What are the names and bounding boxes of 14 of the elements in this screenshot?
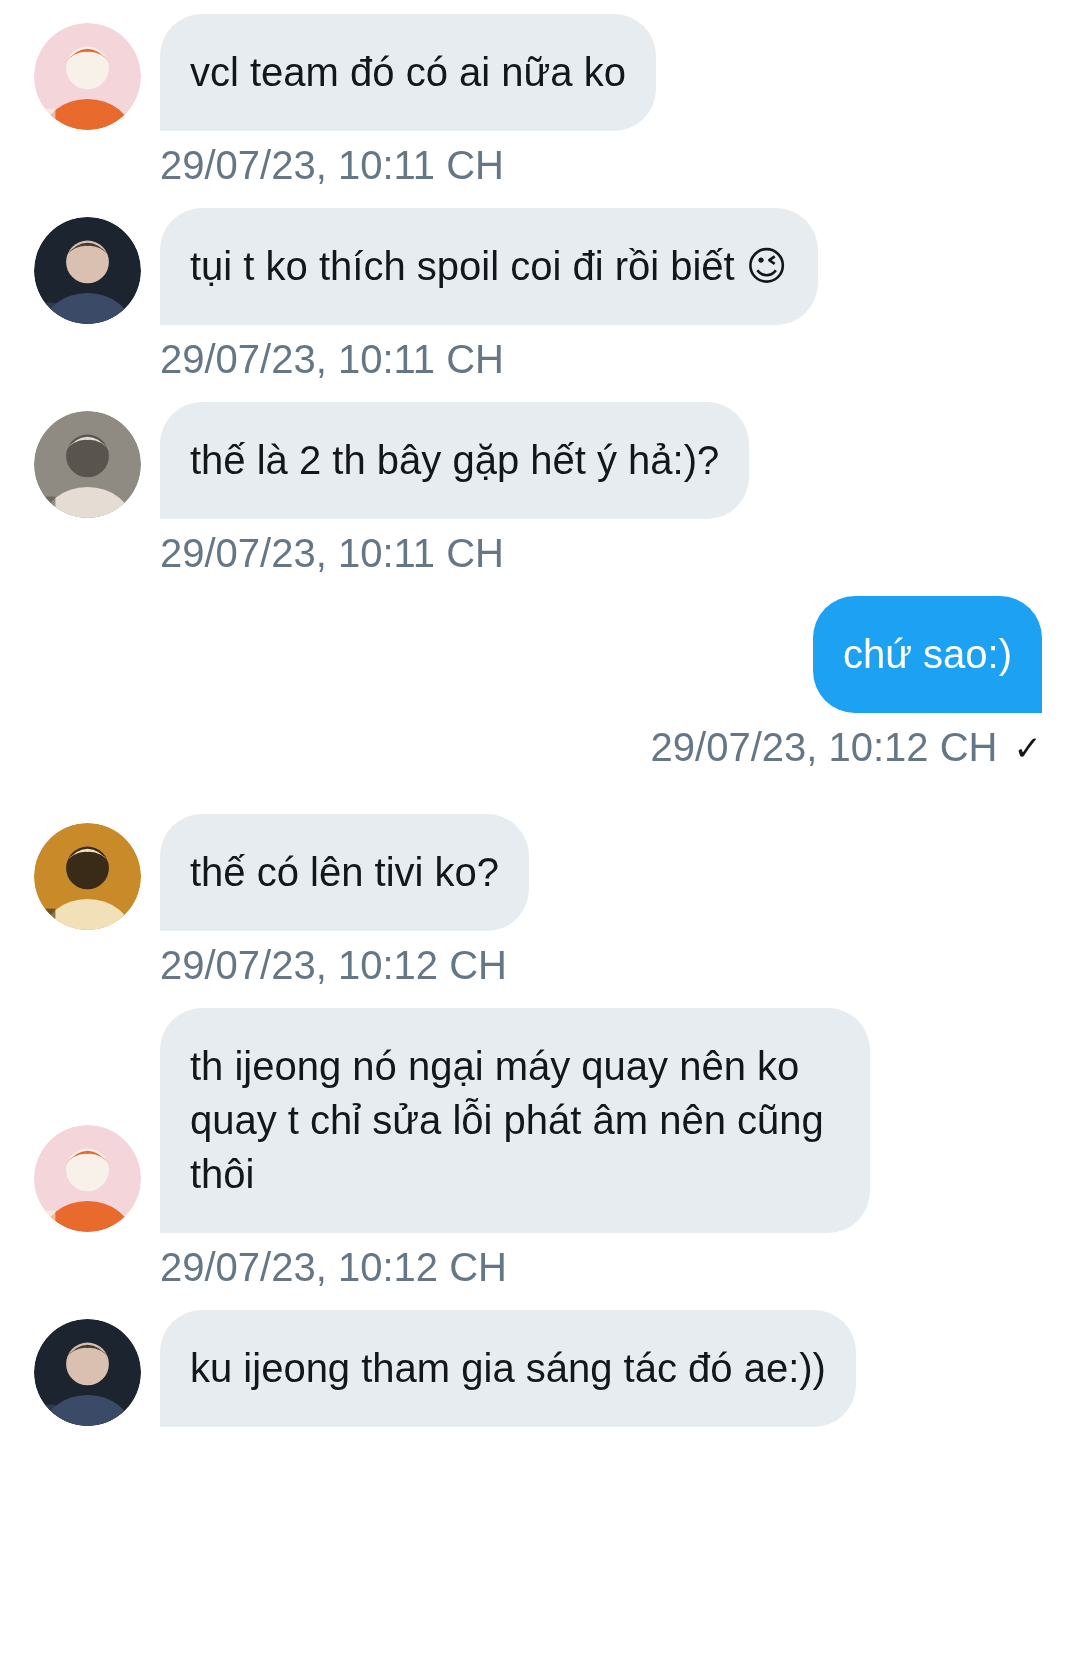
timestamp: 29/07/23, 10:11 CH bbox=[160, 143, 504, 188]
message-bubble: ku ijeong tham gia sáng tác đó ae:)) bbox=[160, 1310, 856, 1427]
message-bubble: chứ sao:) bbox=[812, 596, 1042, 713]
message-bubble: tụi t ko thích spoil coi đi rồi biết 😉 bbox=[160, 208, 818, 325]
message-bubble: thế có lên tivi ko? bbox=[160, 814, 530, 931]
timestamp: 29/07/23, 10:12 CH bbox=[650, 725, 998, 770]
message-bubble: vcl team đó có ai nữa ko bbox=[160, 14, 656, 131]
sent-checkmark: ✓ bbox=[1013, 727, 1042, 768]
timestamp: 29/07/23, 10:12 CH bbox=[160, 943, 507, 988]
message-bubble: th ijeong nó ngại máy quay nên ko quay t chỉ sửa lỗi phát âm nên cũng thôi bbox=[160, 1008, 870, 1233]
message-bubble: thế là 2 th bây gặp hết ý hả:)? bbox=[160, 402, 750, 519]
timestamp: 29/07/23, 10:11 CH bbox=[160, 337, 504, 382]
timestamp: 29/07/23, 10:12 CH bbox=[160, 1245, 507, 1290]
timestamp: 29/07/23, 10:11 CH bbox=[160, 531, 504, 576]
